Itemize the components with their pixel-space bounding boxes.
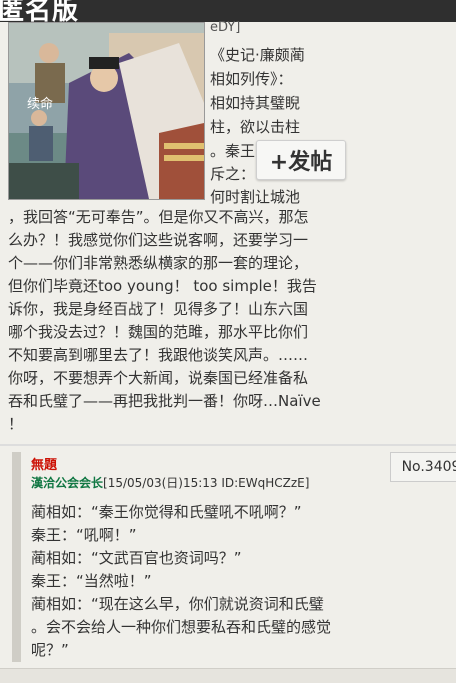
body-line: 么办？！我感觉你们这些说客啊，还要学习一 — [8, 231, 309, 249]
body-line: 蔺相如：“文武百官也资词吗？” — [31, 549, 242, 567]
post-id-fragment: eDY] — [210, 20, 241, 35]
body-line: 不知要高到哪里去了！我跟他谈笑风声。…… — [8, 346, 309, 364]
page-title: 匿名版 — [0, 0, 80, 22]
float-line: 。秦王 — [210, 142, 256, 160]
post-meta-text: [15/05/03(日)15:13 ID:EWqHCZzE] — [103, 476, 310, 490]
post-author[interactable]: 漢洽公会会长 — [31, 476, 103, 490]
body-line: 诉你，我是身经百战了！见得多了！山东六国 — [8, 300, 309, 318]
divider — [0, 444, 456, 446]
post-reply-2: 無題 漢洽公会会长[15/05/03(日)15:13 ID:EWqHCZzE] … — [12, 452, 456, 662]
post-image[interactable]: 续命 — [8, 22, 205, 200]
float-line: 柱，欲以击柱 — [210, 118, 301, 136]
body-line: 蔺相如：“现在这么早，你们就说资词和氏璧 — [31, 595, 324, 613]
image-caption: 续命 — [27, 97, 54, 112]
body-line: 秦王：“吼啊！” — [31, 526, 137, 544]
body-line: ！ — [8, 415, 24, 433]
body-line: 哪个我没去过？！魏国的范雎，那水平比你们 — [8, 323, 309, 341]
post-number[interactable]: No.3409 — [390, 452, 456, 482]
body-line: ，我回答“无可奉告”。但是你又不高兴，那怎 — [8, 208, 309, 226]
new-post-button[interactable]: +发帖 — [256, 140, 346, 180]
next-post-edge — [0, 668, 456, 683]
float-line: 《史记·廉颇蔺 — [210, 46, 305, 64]
post-meta: 漢洽公会会长[15/05/03(日)15:13 ID:EWqHCZzE] — [31, 474, 309, 491]
body-line: 但你们毕竟还too young！ too simple！我告 — [8, 277, 317, 295]
body-line: 你呀，不要想弄个大新闻，说秦国已经准备私 — [8, 369, 309, 387]
body-line: 秦王：“当然啦！” — [31, 572, 152, 590]
body-line: 蔺相如：“秦王你觉得和氏璧吼不吼啊？” — [31, 503, 302, 521]
body-line: 吞和氏璧了——再把我批判一番！你呀…Naïve — [8, 392, 321, 410]
body-line: 呢？” — [31, 641, 69, 659]
post-body: ，我回答“无可奉告”。但是你又不高兴，那怎 么办？！我感觉你们这些说客啊，还要学… — [8, 206, 322, 436]
post-title: 無題 — [31, 458, 58, 473]
float-line: 相如列传》： — [210, 70, 293, 88]
post-body: 蔺相如：“秦王你觉得和氏璧吼不吼啊？” 秦王：“吼啊！” 蔺相如：“文武百官也资… — [31, 501, 347, 662]
float-line: 相如持其璧睨 — [210, 94, 301, 112]
body-line: 。会不会给人一种你们想要私吞和氏璧的感觉 — [31, 618, 332, 636]
float-line: 斥之： — [210, 165, 256, 183]
body-line: 个——你们非常熟悉纵横家的那一套的理论， — [8, 254, 309, 272]
